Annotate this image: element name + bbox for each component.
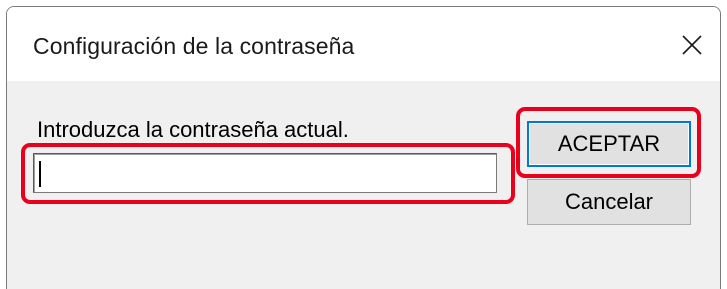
cancel-button[interactable]: Cancelar [527,179,691,225]
title-bar: Configuración de la contraseña [7,7,720,81]
ok-button[interactable]: ACEPTAR [527,121,691,167]
close-icon [682,35,702,55]
password-settings-dialog: Configuración de la contraseña Introduzc… [6,6,721,289]
text-caret [39,161,41,187]
close-button[interactable] [662,7,720,81]
password-input[interactable] [33,153,497,193]
window-title: Configuración de la contraseña [33,33,355,59]
password-prompt-label: Introduzca la contraseña actual. [37,117,349,142]
